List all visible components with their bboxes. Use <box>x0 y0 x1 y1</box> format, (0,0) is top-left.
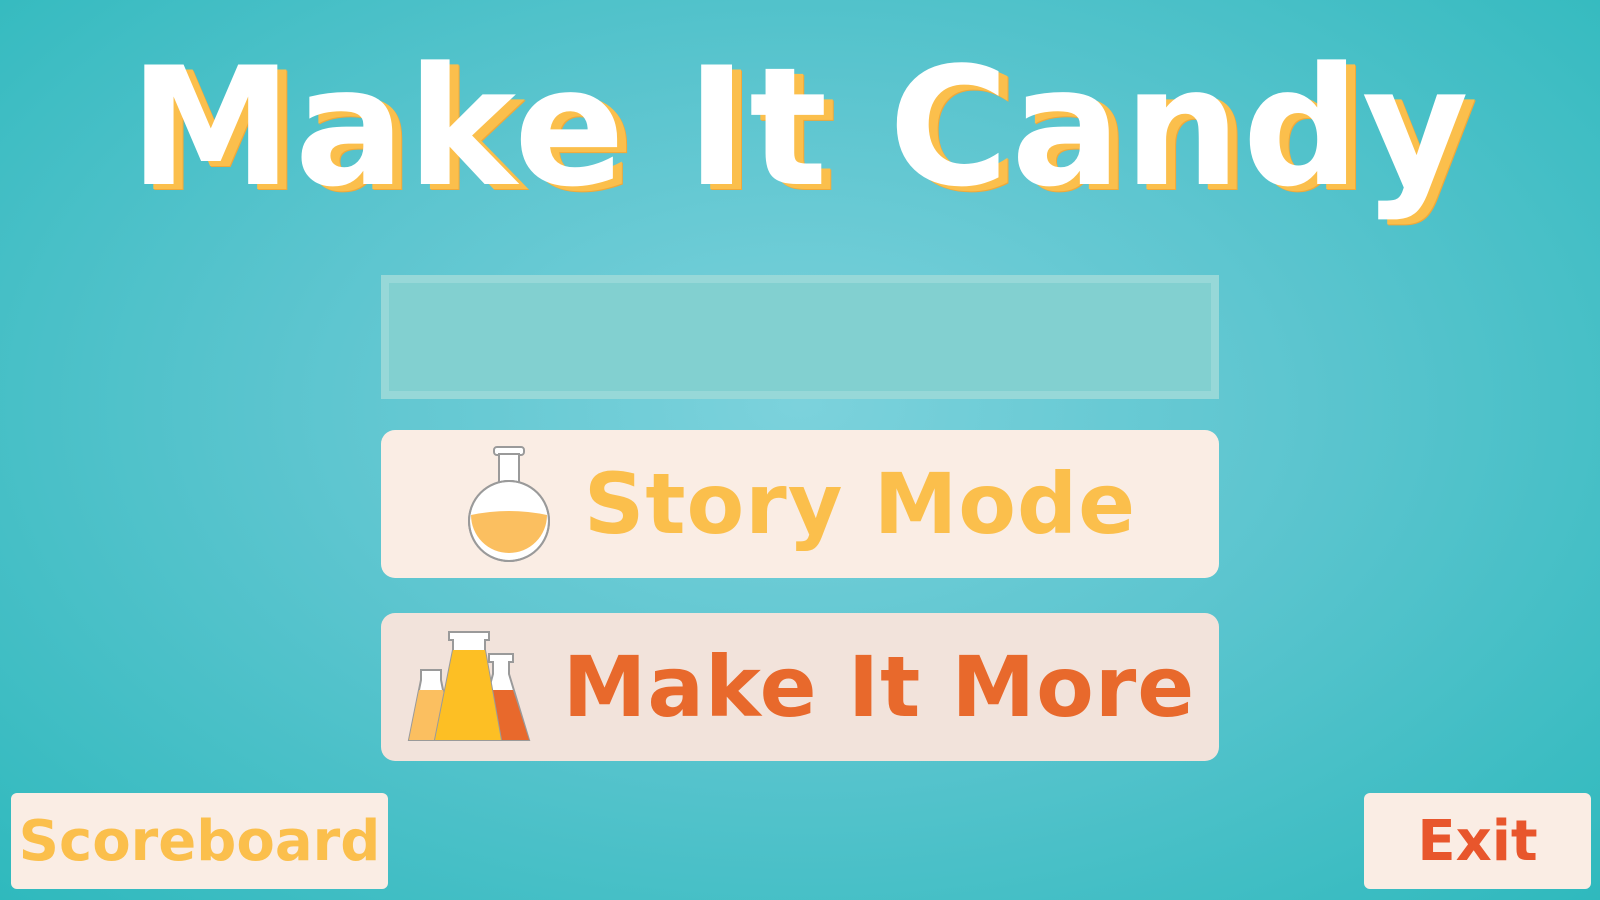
make-it-more-label: Make It More <box>562 638 1196 736</box>
story-mode-button[interactable]: Story Mode <box>381 430 1219 578</box>
exit-button[interactable]: Exit <box>1364 793 1591 889</box>
erlenmeyer-flasks-icon <box>405 628 535 746</box>
name-input[interactable] <box>381 275 1219 399</box>
main-menu-screen: Make It Candy Story Mode Make It More Sc… <box>0 0 1600 900</box>
story-mode-label: Story Mode <box>583 455 1137 553</box>
game-title: Make It Candy <box>129 32 1471 223</box>
make-it-more-button[interactable]: Make It More <box>381 613 1219 761</box>
scoreboard-button[interactable]: Scoreboard <box>11 793 388 889</box>
round-flask-icon <box>464 445 554 563</box>
